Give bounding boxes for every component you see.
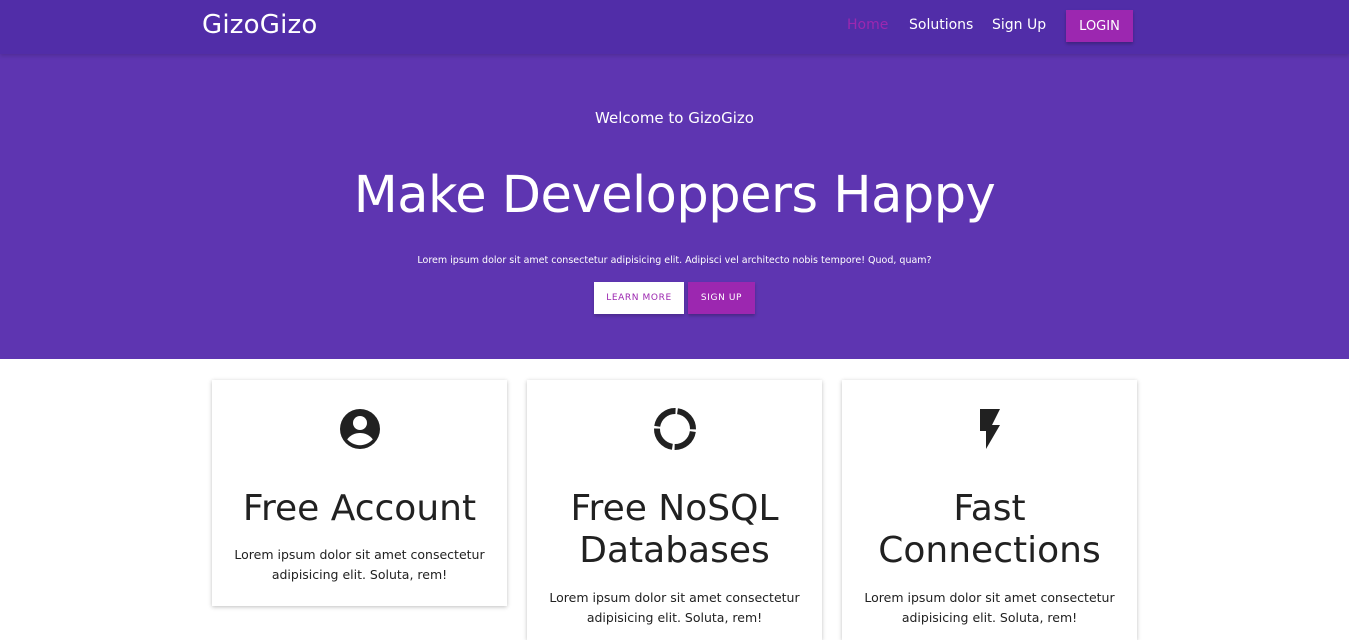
- feature-title: Free Account: [242, 488, 477, 529]
- feature-card-free-account: Free Account Lorem ipsum dolor sit amet …: [212, 380, 507, 606]
- donut-icon: [527, 405, 822, 453]
- navbar: GizoGizo Home Solutions Sign Up LOGIN: [0, 0, 1349, 54]
- feature-text: Lorem ipsum dolor sit amet consectetur a…: [234, 547, 485, 582]
- feature-title: Free NoSQL Databases: [570, 488, 779, 571]
- learn-more-button[interactable]: LEARN MORE: [594, 282, 684, 314]
- nav-link-sign-up[interactable]: Sign Up: [992, 17, 1046, 33]
- feature-card-fast-connections: Fast Connections Lorem ipsum dolor sit a…: [842, 380, 1137, 640]
- hero-section: Welcome to GizoGizo Make Developpers Hap…: [0, 54, 1349, 359]
- hero-text: Lorem ipsum dolor sit amet consectetur a…: [417, 255, 932, 266]
- login-button[interactable]: LOGIN: [1066, 10, 1133, 42]
- nav-link-solutions[interactable]: Solutions: [909, 17, 973, 33]
- nav-link-home[interactable]: Home: [847, 17, 888, 33]
- brand-logo[interactable]: GizoGizo: [202, 10, 317, 40]
- feature-text: Lorem ipsum dolor sit amet consectetur a…: [864, 590, 1115, 625]
- hero-welcome: Welcome to GizoGizo: [595, 109, 754, 127]
- flash-icon: [842, 405, 1137, 453]
- feature-text: Lorem ipsum dolor sit amet consectetur a…: [549, 590, 800, 625]
- hero-title: Make Developpers Happy: [353, 166, 996, 225]
- feature-title: Fast Connections: [878, 488, 1101, 571]
- account-circle-icon: [212, 405, 507, 453]
- feature-card-nosql: Free NoSQL Databases Lorem ipsum dolor s…: [527, 380, 822, 640]
- hero-sign-up-button[interactable]: SIGN UP: [688, 282, 755, 314]
